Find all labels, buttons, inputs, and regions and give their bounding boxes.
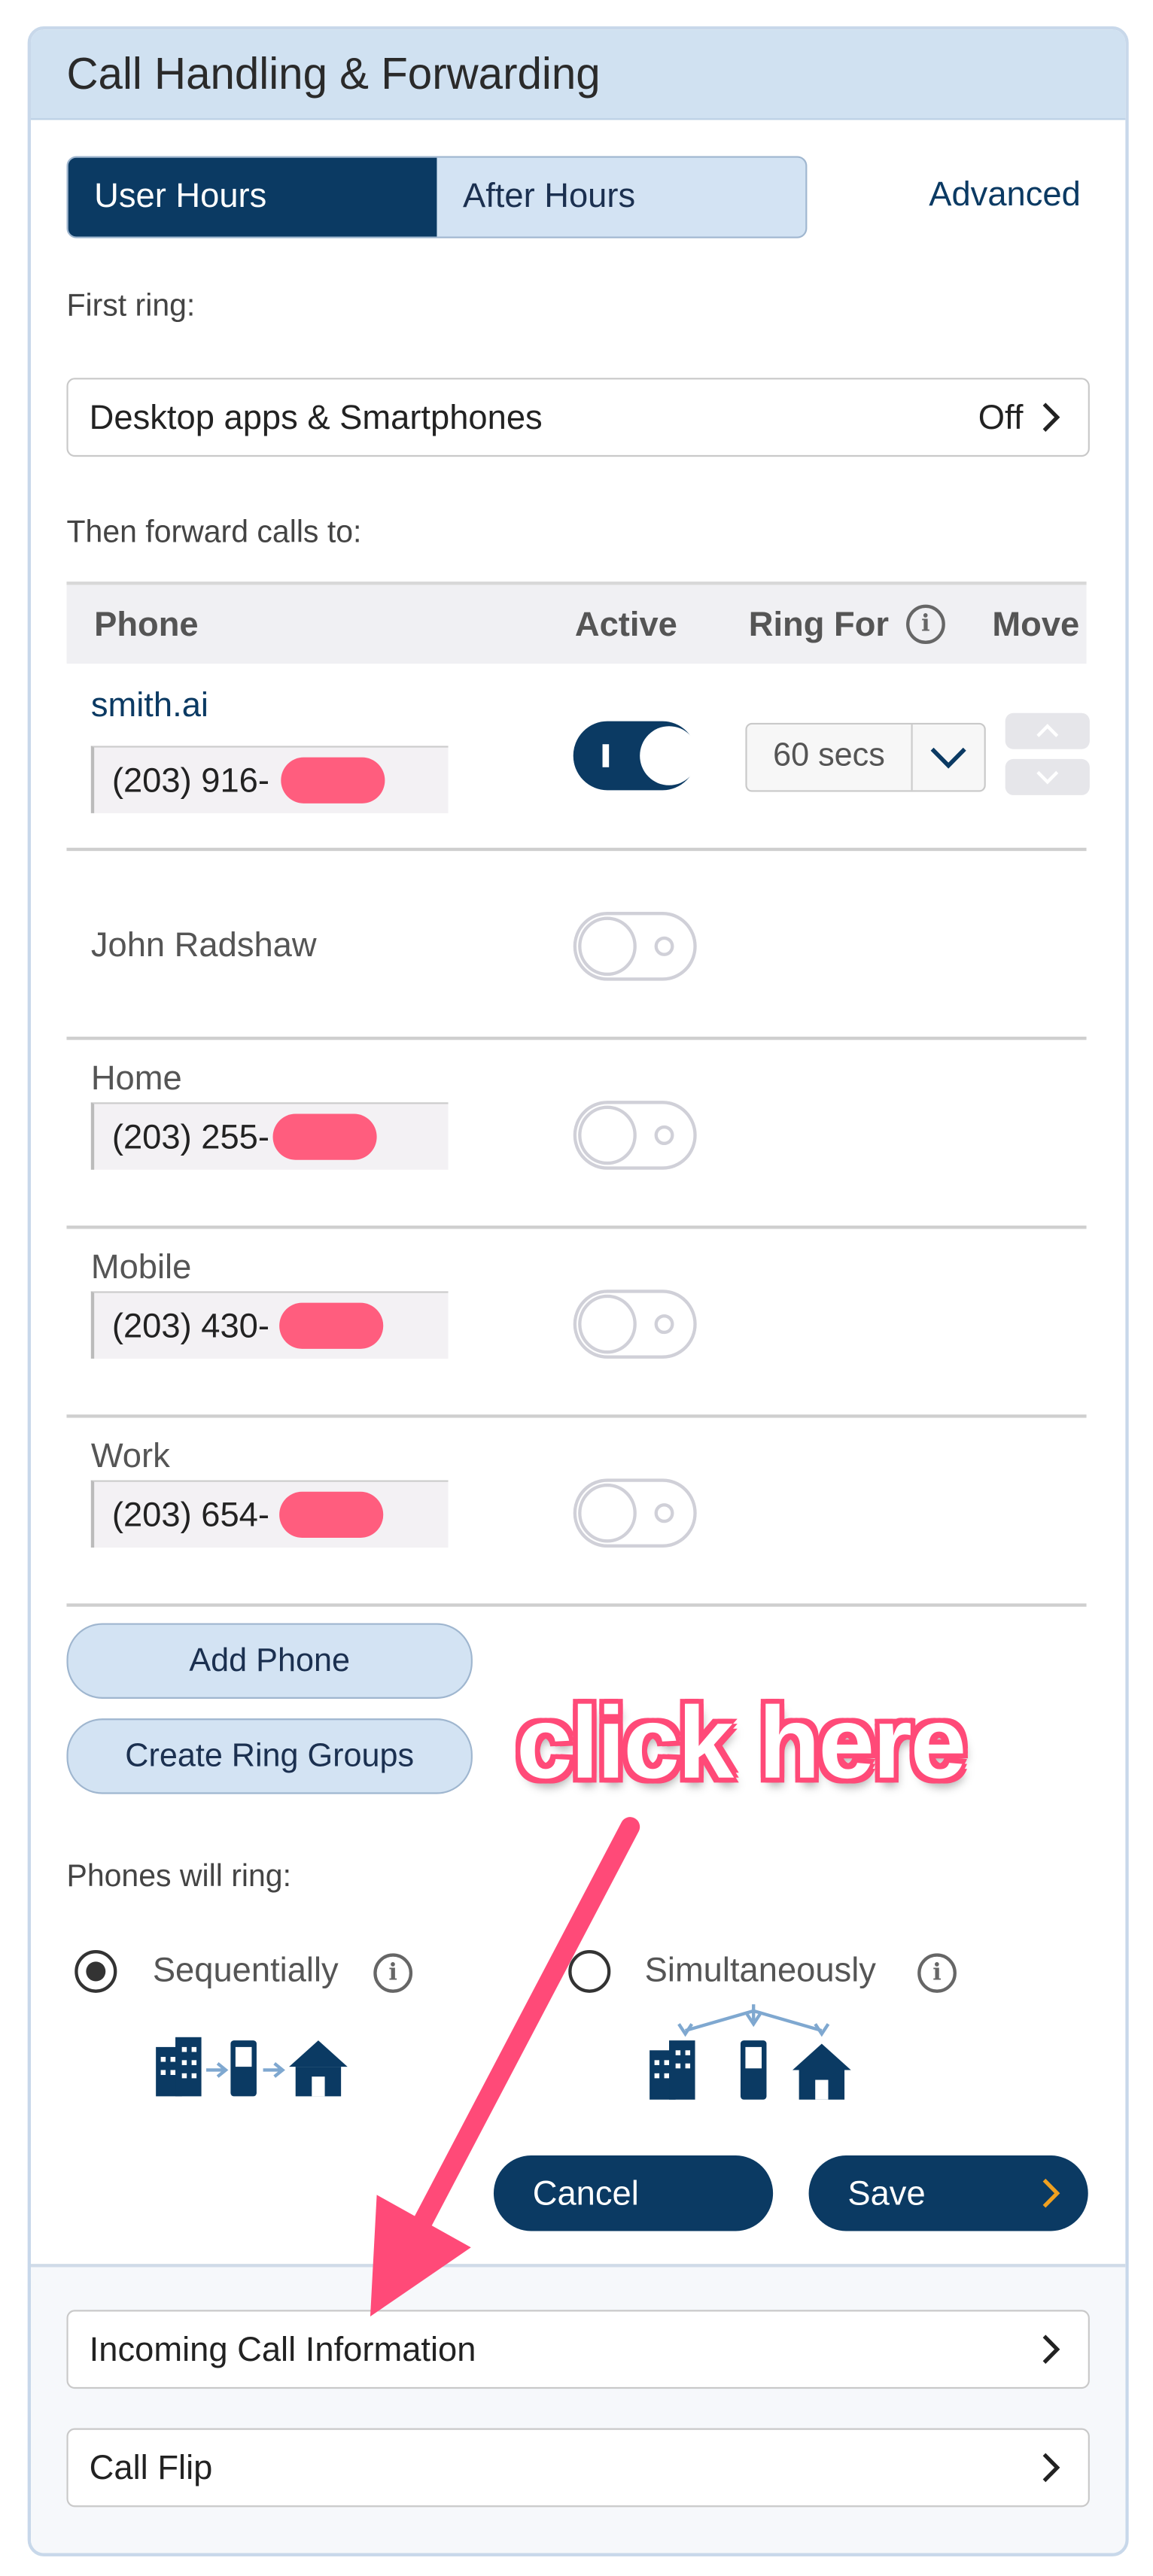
save-label: Save	[847, 2175, 926, 2213]
forward-label: Then forward calls to:	[66, 515, 362, 551]
phone-name: John Radshaw	[90, 926, 317, 964]
chevron-down-icon	[930, 747, 966, 769]
first-ring-option[interactable]: Desktop apps & Smartphones Off	[66, 378, 1090, 457]
col-ring-for: Ring For	[748, 606, 890, 645]
tab-user-hours-label: User Hours	[94, 177, 267, 216]
active-toggle[interactable]	[573, 1290, 697, 1359]
chevron-up-icon	[1036, 724, 1059, 737]
active-toggle[interactable]	[573, 1478, 697, 1548]
row-divider	[66, 847, 1087, 852]
row-divider	[66, 1226, 1087, 1229]
phone-number-field[interactable]: (203) 916-	[90, 746, 449, 813]
chevron-right-icon	[1042, 402, 1060, 432]
redaction-mark	[281, 757, 385, 803]
add-phone-label: Add Phone	[189, 1642, 350, 1679]
toggle-off-mark	[654, 1503, 674, 1523]
toggle-knob	[578, 1294, 637, 1354]
row-divider	[66, 1603, 1087, 1607]
phone-number-value: (203) 255-	[111, 1119, 269, 1157]
row-divider	[66, 1036, 1087, 1040]
active-toggle[interactable]	[573, 721, 698, 791]
toggle-knob	[578, 1483, 637, 1543]
tab-user-hours[interactable]: User Hours	[68, 157, 437, 237]
move-up-button[interactable]	[1005, 712, 1090, 749]
panel-header: Call Handling & Forwarding	[30, 29, 1126, 120]
ring-for-select[interactable]: 60 secs	[745, 722, 986, 792]
first-ring-label: First ring:	[66, 289, 196, 324]
toggle-knob	[578, 1105, 637, 1165]
redaction-mark	[279, 1491, 384, 1538]
call-flip-label: Call Flip	[89, 2449, 213, 2488]
phone-number-field[interactable]: (203) 430-	[90, 1291, 449, 1359]
toggle-off-mark	[654, 936, 674, 956]
phone-number-field[interactable]: (203) 654-	[90, 1480, 449, 1548]
select-separator	[911, 724, 913, 791]
phone-table-header: Phone Active Ring For i Move	[66, 582, 1087, 664]
phone-number-value: (203) 654-	[111, 1496, 269, 1535]
advanced-link[interactable]: Advanced	[929, 176, 1081, 215]
first-ring-option-value: Off	[978, 399, 1024, 437]
active-toggle[interactable]	[573, 911, 697, 981]
phone-name: Work	[90, 1437, 170, 1475]
create-ring-groups-label: Create Ring Groups	[125, 1738, 415, 1775]
redaction-mark	[272, 1113, 377, 1160]
click-here-annotation: click here	[516, 1687, 966, 1801]
chevron-right-icon	[1042, 2178, 1060, 2208]
move-down-button[interactable]	[1005, 758, 1090, 795]
ring-for-value: 60 secs	[773, 737, 885, 774]
active-toggle[interactable]	[573, 1101, 697, 1170]
chevron-right-icon	[1042, 2334, 1060, 2365]
incoming-call-information-label: Incoming Call Information	[89, 2331, 476, 2369]
save-button[interactable]: Save	[808, 2155, 1088, 2231]
simultaneous-ring-diagram-icon	[650, 2004, 851, 2100]
tab-after-hours-label: After Hours	[462, 177, 636, 216]
phone-number-value: (203) 916-	[111, 762, 269, 800]
create-ring-groups-button[interactable]: Create Ring Groups	[66, 1718, 473, 1794]
phone-name: Home	[90, 1059, 182, 1098]
tab-after-hours[interactable]: After Hours	[437, 158, 805, 237]
toggle-off-mark	[654, 1314, 674, 1335]
panel-title: Call Handling & Forwarding	[66, 49, 601, 99]
info-icon[interactable]: i	[906, 604, 945, 645]
annotation-arrow-icon	[370, 1817, 640, 2317]
hours-tab-group: User Hours After Hours	[66, 156, 808, 238]
phone-name: smith.ai	[90, 686, 208, 725]
add-phone-button[interactable]: Add Phone	[66, 1623, 473, 1699]
toggle-off-mark	[654, 1125, 674, 1146]
toggle-knob	[578, 916, 637, 977]
col-phone: Phone	[94, 606, 199, 645]
col-active: Active	[574, 606, 677, 645]
info-icon[interactable]: i	[917, 1953, 957, 1993]
row-divider	[66, 1414, 1087, 1418]
toggle-knob	[640, 726, 698, 785]
ring-mode-label: Phones will ring:	[66, 1859, 291, 1894]
sequentially-radio[interactable]	[75, 1950, 117, 1993]
sequentially-label: Sequentially	[152, 1952, 339, 1990]
col-move: Move	[992, 606, 1080, 645]
phone-name: Mobile	[90, 1248, 192, 1286]
first-ring-option-label: Desktop apps & Smartphones	[89, 399, 543, 437]
call-flip-item[interactable]: Call Flip	[66, 2428, 1090, 2508]
phone-number-field[interactable]: (203) 255-	[90, 1102, 449, 1170]
redaction-mark	[279, 1302, 384, 1349]
chevron-right-icon	[1042, 2453, 1060, 2483]
phone-number-value: (203) 430-	[111, 1308, 269, 1346]
chevron-down-icon	[1036, 770, 1059, 785]
radio-selected-dot	[86, 1961, 106, 1982]
simultaneously-label: Simultaneously	[644, 1952, 876, 1990]
toggle-on-bar	[602, 744, 610, 767]
